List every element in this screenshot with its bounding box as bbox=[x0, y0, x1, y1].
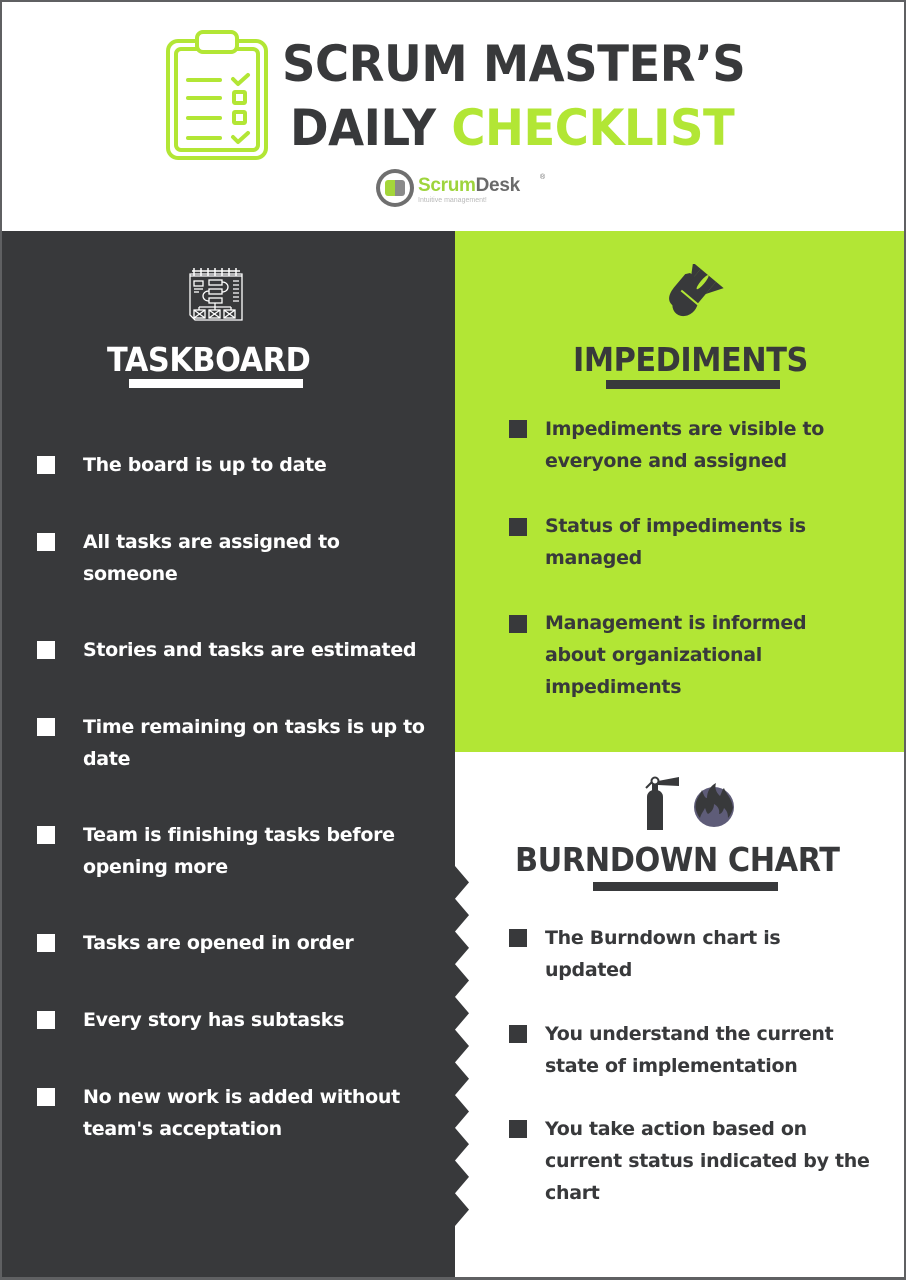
checklist-item-text: Every story has subtasks bbox=[83, 1009, 345, 1031]
logo-name-scrum: Scrum bbox=[418, 175, 476, 196]
clipboard-checklist-icon bbox=[166, 30, 268, 160]
checklist-item-text: The Burndown chart is updated bbox=[545, 927, 781, 981]
logo-registered-mark: ® bbox=[540, 174, 546, 181]
checklist-item-text: Time remaining on tasks is up to date bbox=[83, 716, 425, 770]
taskboard-underline bbox=[129, 379, 303, 388]
checkbox[interactable] bbox=[37, 456, 55, 474]
checklist-item-text: Tasks are opened in order bbox=[83, 932, 354, 954]
scrumdesk-logo-icon bbox=[376, 169, 414, 207]
checklist-item-text: Status of impediments is managed bbox=[545, 515, 806, 569]
zigzag-edge bbox=[455, 866, 469, 1226]
checkbox[interactable] bbox=[37, 641, 55, 659]
impediments-title: IMPEDIMENTS bbox=[573, 340, 808, 379]
checkbox[interactable] bbox=[37, 1088, 55, 1106]
checkbox[interactable] bbox=[37, 826, 55, 844]
checklist-item-text: All tasks are assigned to someone bbox=[83, 531, 340, 585]
checklist-item-text: You take action based on current status … bbox=[545, 1118, 870, 1204]
impediments-underline bbox=[606, 380, 780, 389]
checkbox[interactable] bbox=[509, 1025, 527, 1043]
fire-icon bbox=[694, 783, 734, 827]
checklist-item-text: The board is up to date bbox=[83, 454, 327, 476]
title-accent: CHECKLIST bbox=[451, 99, 735, 157]
page-title-line1: SCRUM MASTER’S bbox=[282, 35, 746, 93]
checklist-page: SCRUM MASTER’S DAILY CHECKLIST ScrumDesk… bbox=[0, 0, 906, 1280]
header: SCRUM MASTER’S DAILY CHECKLIST ScrumDesk… bbox=[2, 2, 904, 231]
checkbox[interactable] bbox=[37, 1011, 55, 1029]
checklist-item-text: You understand the current state of impl… bbox=[545, 1023, 834, 1077]
page-title-line2: DAILY CHECKLIST bbox=[290, 103, 735, 153]
logo-name-desk: Desk bbox=[475, 175, 521, 196]
burndown-title: BURNDOWN CHART bbox=[515, 840, 840, 879]
checklist-item-text: Management is informed about organizatio… bbox=[545, 612, 807, 698]
taskboard-flowchart-icon bbox=[189, 268, 243, 321]
checkbox[interactable] bbox=[37, 533, 55, 551]
checklist-item-text: Impediments are visible to everyone and … bbox=[545, 418, 825, 472]
taskboard-title: TASKBOARD bbox=[107, 340, 311, 379]
logo-tagline: Intuitive management! bbox=[418, 197, 487, 204]
checkbox[interactable] bbox=[509, 929, 527, 947]
checkbox[interactable] bbox=[509, 1120, 527, 1138]
bomb-icon bbox=[669, 264, 724, 317]
checklist-item-text: Team is finishing tasks before opening m… bbox=[83, 824, 395, 878]
logo-name: ScrumDesk bbox=[418, 175, 520, 197]
checkbox[interactable] bbox=[509, 518, 527, 536]
scrumdesk-logo: ScrumDesk ® Intuitive management! bbox=[376, 169, 551, 209]
checkbox[interactable] bbox=[509, 615, 527, 633]
burndown-underline bbox=[593, 882, 778, 891]
checkbox[interactable] bbox=[509, 420, 527, 438]
checklist-item-text: No new work is added without team's acce… bbox=[83, 1086, 400, 1140]
title-plain: DAILY bbox=[290, 99, 436, 157]
checkbox[interactable] bbox=[37, 934, 55, 952]
checklist-item-text: Stories and tasks are estimated bbox=[83, 639, 417, 661]
fire-extinguisher-icon bbox=[645, 776, 679, 830]
checkbox[interactable] bbox=[37, 718, 55, 736]
